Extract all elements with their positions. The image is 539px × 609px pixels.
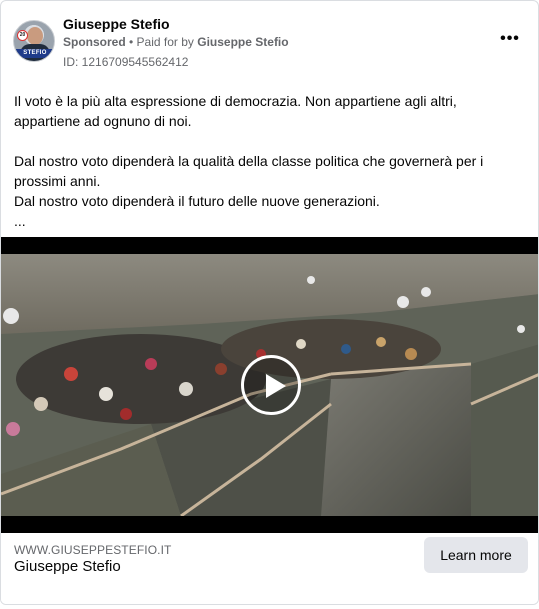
meta-separator: • bbox=[125, 35, 137, 49]
page-avatar[interactable]: 20 STEFIO bbox=[13, 20, 55, 62]
body-paragraph-2-line-2: Dal nostro voto dipenderà il futuro dell… bbox=[14, 193, 380, 209]
ad-card: 20 STEFIO Giuseppe Stefio Sponsored • Pa… bbox=[0, 0, 539, 605]
ad-footer[interactable]: WWW.GIUSEPPESTEFIO.IT Giuseppe Stefio Le… bbox=[1, 533, 538, 604]
avatar-name-badge: STEFIO bbox=[16, 49, 54, 58]
link-domain: WWW.GIUSEPPESTEFIO.IT bbox=[14, 543, 172, 557]
sponsored-label: Sponsored bbox=[63, 35, 126, 49]
body-paragraph-1: Il voto è la più alta espressione di dem… bbox=[14, 93, 457, 129]
see-more-ellipsis[interactable]: ... bbox=[14, 211, 524, 231]
sponsored-line: Sponsored • Paid for by Giuseppe Stefio bbox=[63, 35, 289, 49]
stone-block bbox=[321, 364, 471, 516]
link-title[interactable]: Giuseppe Stefio bbox=[14, 558, 121, 575]
ad-body-text: Il voto è la più alta espressione di dem… bbox=[14, 91, 524, 231]
page-name-link[interactable]: Giuseppe Stefio bbox=[63, 16, 170, 32]
avatar-head bbox=[27, 27, 43, 45]
ad-header: 20 STEFIO Giuseppe Stefio Sponsored • Pa… bbox=[13, 13, 526, 73]
ad-id: ID: 1216709545562412 bbox=[63, 55, 189, 69]
video-player[interactable] bbox=[1, 237, 538, 533]
body-paragraph-2-line-1: Dal nostro voto dipenderà la qualità del… bbox=[14, 153, 484, 189]
learn-more-button[interactable]: Learn more bbox=[424, 537, 528, 573]
stone-side bbox=[471, 344, 538, 516]
more-options-icon[interactable]: ••• bbox=[496, 29, 524, 49]
play-triangle bbox=[266, 374, 286, 398]
payer-name: Giuseppe Stefio bbox=[197, 35, 289, 49]
play-icon[interactable] bbox=[241, 355, 301, 415]
avatar-number-badge: 20 bbox=[17, 30, 28, 41]
paid-for-prefix: Paid for by bbox=[136, 35, 198, 49]
